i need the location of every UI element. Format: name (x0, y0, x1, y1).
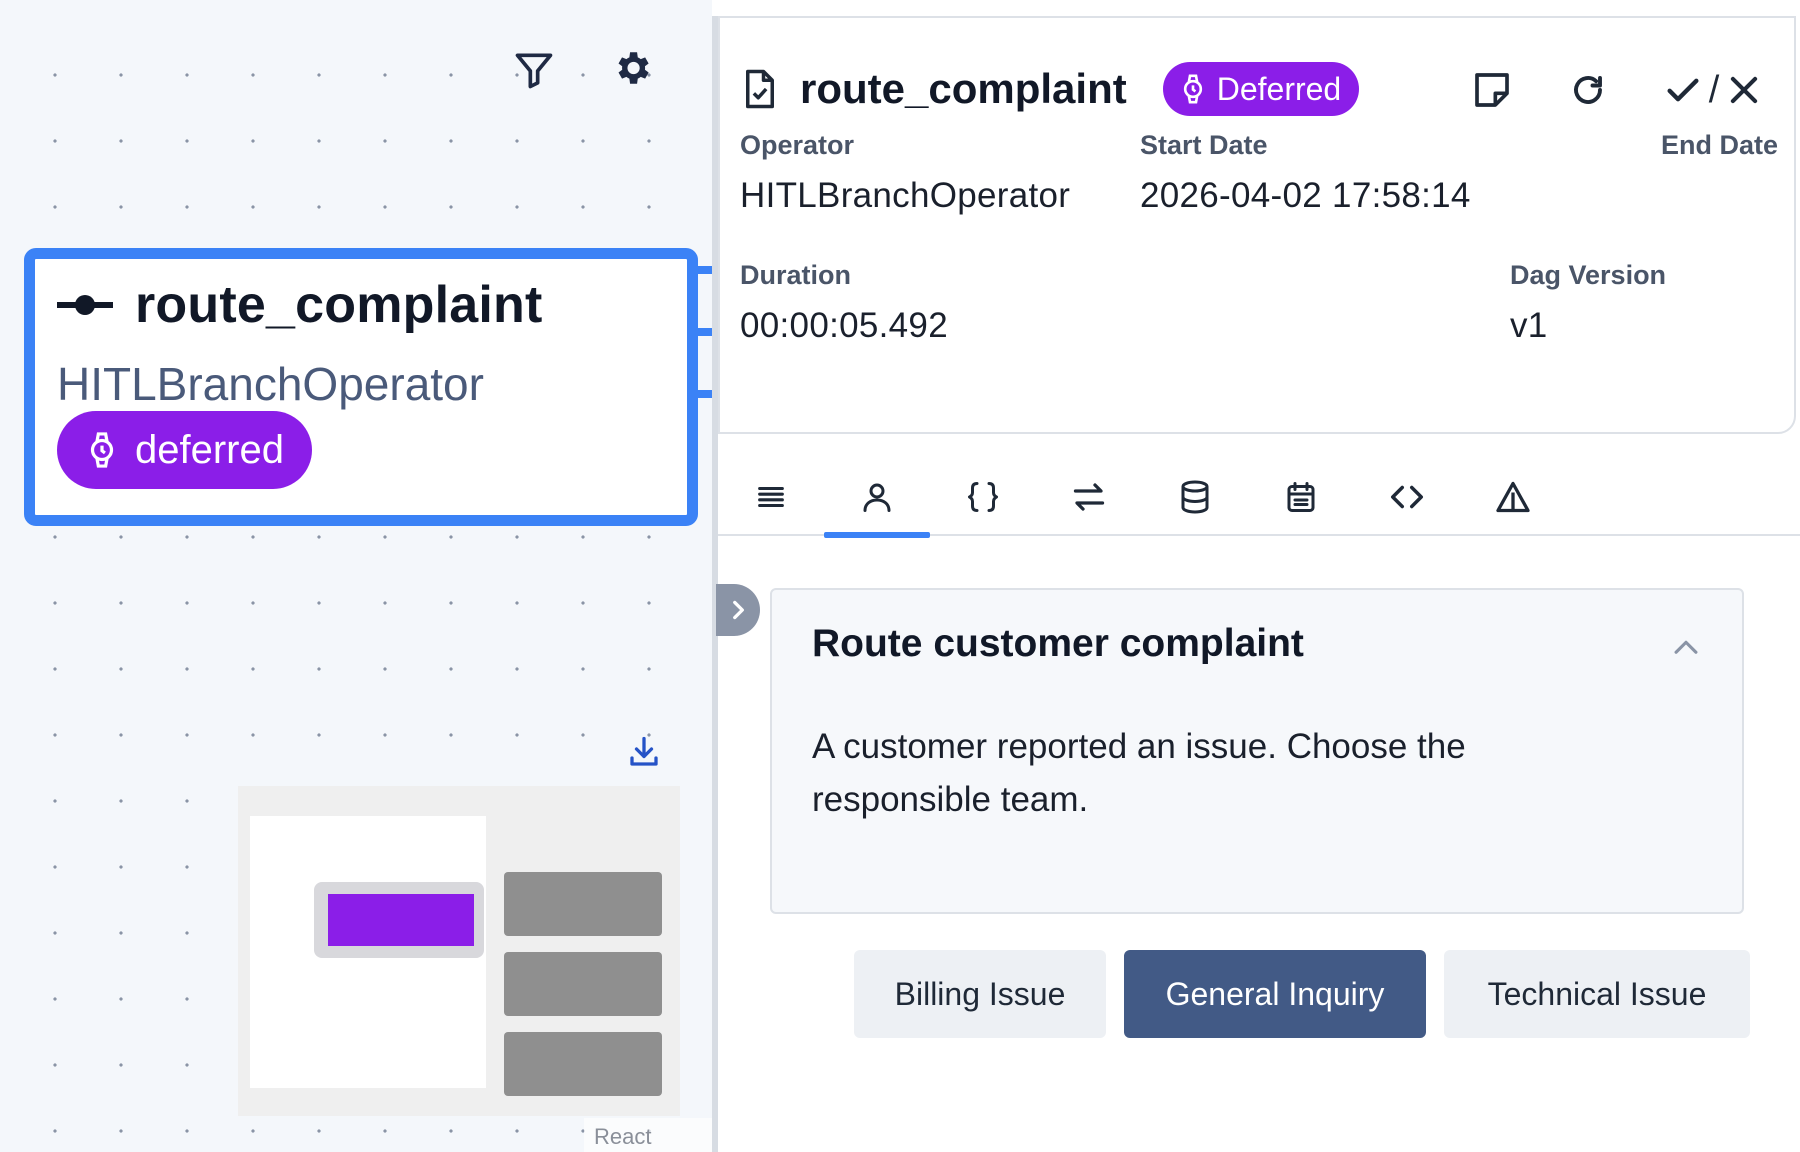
watch-icon (1183, 74, 1202, 104)
tab-assets[interactable] (1142, 460, 1248, 534)
arrows-swap-icon (1073, 483, 1105, 511)
minimap-node (504, 872, 662, 936)
minimap-node-active (328, 894, 474, 946)
clear-task-button[interactable] (1560, 62, 1616, 118)
operator-value: HITLBranchOperator (740, 176, 1071, 215)
add-note-button[interactable] (1464, 62, 1520, 118)
graph-top-strip (0, 0, 712, 16)
sticky-note-icon (1475, 73, 1509, 107)
filter-icon (515, 53, 553, 89)
code-icon (1391, 485, 1423, 509)
end-date-label: End Date (1660, 130, 1778, 160)
edge-stub (698, 328, 712, 336)
dag-version-value: v1 (1510, 306, 1548, 345)
hitl-subject: Route customer complaint (812, 622, 1304, 665)
hitl-request-card: Route customer complaint A customer repo… (770, 588, 1744, 914)
check-icon (1667, 78, 1699, 102)
node-title-row: route_complaint (57, 275, 543, 335)
user-icon (863, 483, 891, 512)
tab-logs[interactable] (718, 460, 824, 534)
tab-required-actions[interactable] (824, 460, 930, 538)
collapse-details-button[interactable] (716, 584, 760, 636)
dag-version-label: Dag Version (1510, 260, 1667, 290)
node-state-label: deferred (135, 427, 284, 472)
state-badge-label: Deferred (1216, 70, 1342, 107)
node-title: route_complaint (135, 276, 543, 334)
mark-as-button[interactable]: / (1650, 62, 1776, 118)
database-icon (1181, 480, 1209, 514)
tab-dependencies[interactable] (1036, 460, 1142, 534)
refresh-icon (1574, 76, 1602, 104)
file-check-icon (746, 69, 774, 109)
download-image-button[interactable] (622, 730, 666, 774)
start-date-value: 2026-04-02 17:58:14 (1140, 176, 1471, 215)
mark-as-separator: / (1708, 68, 1720, 111)
details-tab-bar (718, 460, 1800, 538)
minimap-node (504, 952, 662, 1016)
header-title-row: route_complaint Deferred (742, 56, 1360, 122)
operator-label: Operator (740, 130, 855, 160)
duration-label: Duration (740, 260, 851, 290)
state-badge: Deferred (1162, 62, 1360, 116)
commit-node-icon (57, 295, 113, 315)
chevron-up-icon (1674, 640, 1698, 654)
hitl-body: A customer reported an issue. Choose the… (812, 727, 1466, 819)
logs-icon (758, 486, 784, 508)
node-operator: HITLBranchOperator (57, 358, 484, 410)
chevron-right-icon (733, 600, 744, 620)
minimap-node (504, 1032, 662, 1096)
graph-canvas[interactable]: route_complaint HITLBranchOperator defer… (0, 16, 712, 1152)
task-node-card[interactable]: route_complaint HITLBranchOperator defer… (24, 248, 698, 526)
calendar-icon (1287, 482, 1315, 512)
start-date-label: Start Date (1140, 130, 1268, 160)
task-title: route_complaint (800, 65, 1127, 112)
react-flow-attribution[interactable]: React Flow (584, 1118, 712, 1152)
duration-value: 00:00:05.492 (740, 306, 948, 345)
tab-code[interactable] (1354, 460, 1460, 534)
settings-button[interactable] (606, 42, 658, 94)
option-technical-issue-button[interactable]: Technical Issue (1444, 950, 1750, 1038)
minimap[interactable] (238, 786, 680, 1116)
braces-icon (968, 482, 998, 512)
filter-button[interactable] (508, 44, 560, 96)
tab-details[interactable] (1460, 460, 1566, 534)
collapse-section-button[interactable] (1664, 626, 1708, 670)
task-instance-header: route_complaint Deferred / Operator HITL… (718, 16, 1796, 434)
gear-icon (618, 52, 649, 84)
close-icon (1731, 76, 1758, 104)
edge-stub (698, 266, 712, 274)
watch-icon (90, 432, 114, 468)
edge-stub (698, 390, 712, 398)
tab-xcom[interactable] (930, 460, 1036, 534)
node-state-badge: deferred (57, 411, 312, 489)
option-billing-issue-button[interactable]: Billing Issue (854, 950, 1106, 1038)
option-general-inquiry-button[interactable]: General Inquiry (1124, 950, 1426, 1038)
warning-icon (1496, 481, 1530, 513)
download-icon (630, 736, 658, 766)
tab-events[interactable] (1248, 460, 1354, 534)
